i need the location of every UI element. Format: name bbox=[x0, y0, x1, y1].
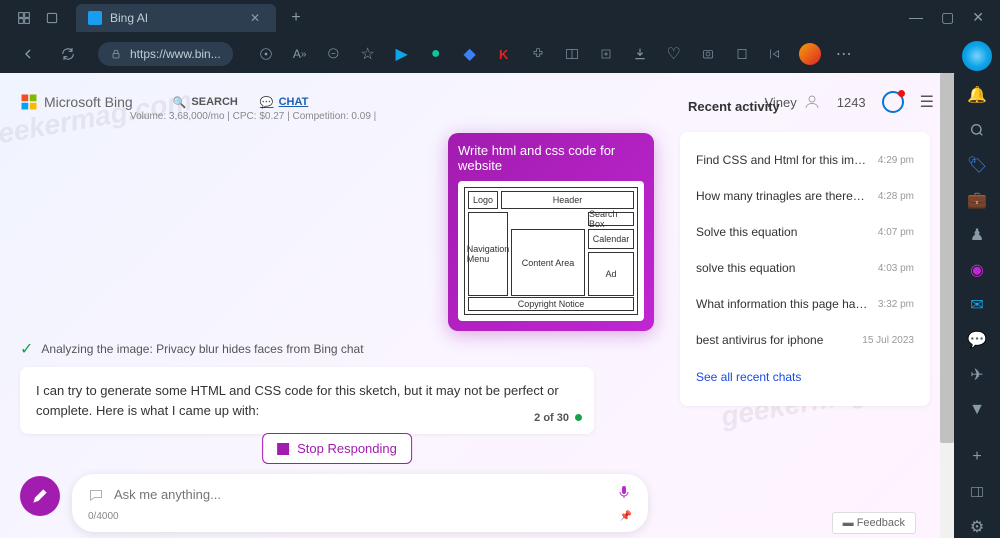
ext-blue-icon[interactable]: ◆ bbox=[455, 39, 485, 69]
window-titlebar: Bing AI ✕ + — ▢ ✕ bbox=[0, 0, 1000, 35]
microsoft-icon bbox=[20, 93, 38, 111]
downloads-icon[interactable] bbox=[625, 39, 655, 69]
page-content: geekermag.com geekermag.com Microsoft Bi… bbox=[0, 73, 954, 538]
see-all-link[interactable]: See all recent chats bbox=[684, 358, 926, 396]
sidebar-tag-icon[interactable]: 🏷 bbox=[961, 153, 993, 176]
screenshot-icon[interactable] bbox=[693, 39, 723, 69]
sidebar-game-icon[interactable]: ♟ bbox=[961, 223, 993, 246]
sidebar-add-icon[interactable]: + bbox=[961, 445, 993, 468]
sidebar-notification-icon[interactable]: 🔔 bbox=[961, 83, 993, 106]
heart-icon[interactable]: ♡ bbox=[659, 39, 689, 69]
browser-toolbar: https://www.bin... A» ☆ ▶ ● ◆ K ♡ ⋯ bbox=[0, 35, 1000, 73]
sidebar-outlook-icon[interactable]: ✉ bbox=[961, 293, 993, 316]
activity-item[interactable]: best antivirus for iphone15 Jul 2023 bbox=[684, 322, 926, 358]
favorite-icon[interactable]: ☆ bbox=[353, 39, 383, 69]
activity-title: Recent activity bbox=[680, 91, 930, 132]
workspaces-icon[interactable] bbox=[16, 10, 32, 26]
nav-chat[interactable]: 💬CHAT bbox=[260, 96, 308, 109]
stop-icon bbox=[277, 443, 289, 455]
microphone-icon[interactable] bbox=[616, 484, 632, 505]
activity-panel: Recent activity Find CSS and Html for th… bbox=[680, 91, 930, 406]
share-icon[interactable] bbox=[761, 39, 791, 69]
char-counter: 0/4000 bbox=[88, 511, 119, 522]
drop-icon[interactable] bbox=[727, 39, 757, 69]
chat-input[interactable] bbox=[114, 487, 606, 502]
refresh-button[interactable] bbox=[52, 38, 84, 70]
address-bar[interactable]: https://www.bin... bbox=[98, 42, 233, 66]
new-tab-button[interactable]: + bbox=[282, 4, 310, 32]
collections-icon[interactable] bbox=[591, 39, 621, 69]
sidebar-send-icon[interactable]: ✈ bbox=[961, 363, 993, 386]
split-screen-icon[interactable] bbox=[557, 39, 587, 69]
chat-icon bbox=[88, 487, 104, 503]
back-button[interactable] bbox=[12, 38, 44, 70]
tab-title: Bing AI bbox=[110, 11, 148, 25]
url-text: https://www.bin... bbox=[130, 47, 221, 61]
ext-k-icon[interactable]: K bbox=[489, 39, 519, 69]
sidebar-settings-icon[interactable]: ⚙ bbox=[961, 515, 993, 538]
activity-item[interactable]: What information this page has?3:32 pm bbox=[684, 286, 926, 322]
maximize-button[interactable]: ▢ bbox=[941, 9, 954, 26]
location-icon[interactable] bbox=[251, 39, 281, 69]
pin-icon[interactable]: 📌 bbox=[620, 511, 632, 522]
zoom-out-icon[interactable] bbox=[319, 39, 349, 69]
extensions-icon[interactable] bbox=[523, 39, 553, 69]
sidebar-panel-icon[interactable] bbox=[961, 480, 993, 503]
activity-item[interactable]: Solve this equation4:07 pm bbox=[684, 214, 926, 250]
sidebar-collapse-icon[interactable]: ▼ bbox=[961, 398, 993, 421]
stop-responding-button[interactable]: Stop Responding bbox=[262, 433, 412, 464]
input-area: 0/4000 📌 bbox=[20, 474, 648, 532]
activity-item[interactable]: solve this equation4:03 pm bbox=[684, 250, 926, 286]
ext-play-icon[interactable]: ▶ bbox=[387, 39, 417, 69]
tab-actions-icon[interactable] bbox=[44, 10, 60, 26]
read-aloud-icon[interactable]: A» bbox=[285, 39, 315, 69]
uploaded-image[interactable]: Logo Header Search Box Navigation Menu C… bbox=[458, 181, 644, 321]
scrollbar[interactable] bbox=[940, 73, 954, 538]
bot-message: I can try to generate some HTML and CSS … bbox=[20, 367, 594, 434]
lock-icon bbox=[110, 48, 122, 60]
brand-text: Microsoft Bing bbox=[44, 94, 133, 110]
bing-brand[interactable]: Microsoft Bing bbox=[20, 93, 133, 111]
check-icon: ✓ bbox=[20, 339, 33, 359]
sidebar-bing-icon[interactable] bbox=[961, 41, 993, 71]
sidebar-search-icon[interactable] bbox=[961, 118, 993, 141]
user-message-text: Write html and css code for website bbox=[458, 143, 644, 173]
activity-item[interactable]: How many trinagles are there in this sha… bbox=[684, 178, 926, 214]
sidebar-skype-icon[interactable]: 💬 bbox=[961, 328, 993, 351]
nav-search[interactable]: 🔍SEARCH bbox=[173, 96, 238, 109]
bing-tab-icon bbox=[88, 11, 102, 25]
close-tab-icon[interactable]: ✕ bbox=[250, 11, 264, 25]
browser-tab[interactable]: Bing AI ✕ bbox=[76, 4, 276, 32]
profile-avatar[interactable] bbox=[795, 39, 825, 69]
feedback-button[interactable]: ▬ Feedback bbox=[832, 512, 916, 534]
activity-item[interactable]: Find CSS and Html for this image4:29 pm bbox=[684, 142, 926, 178]
minimize-button[interactable]: — bbox=[909, 9, 923, 26]
sidebar-office-icon[interactable]: ◉ bbox=[961, 258, 993, 281]
ext-grammarly-icon[interactable]: ● bbox=[421, 39, 451, 69]
user-message: Write html and css code for website Logo… bbox=[448, 133, 654, 331]
edge-sidebar: 🔔 🏷 💼 ♟ ◉ ✉ 💬 ✈ ▼ + ⚙ bbox=[954, 35, 1000, 538]
chat-input-box: 0/4000 📌 bbox=[72, 474, 648, 532]
analyzing-status: ✓ Analyzing the image: Privacy blur hide… bbox=[20, 339, 364, 359]
more-menu-icon[interactable]: ⋯ bbox=[829, 39, 859, 69]
close-window-button[interactable]: ✕ bbox=[972, 9, 984, 26]
sidebar-briefcase-icon[interactable]: 💼 bbox=[961, 188, 993, 211]
new-topic-button[interactable] bbox=[20, 476, 60, 516]
message-counter: 2 of 30 bbox=[534, 410, 582, 427]
